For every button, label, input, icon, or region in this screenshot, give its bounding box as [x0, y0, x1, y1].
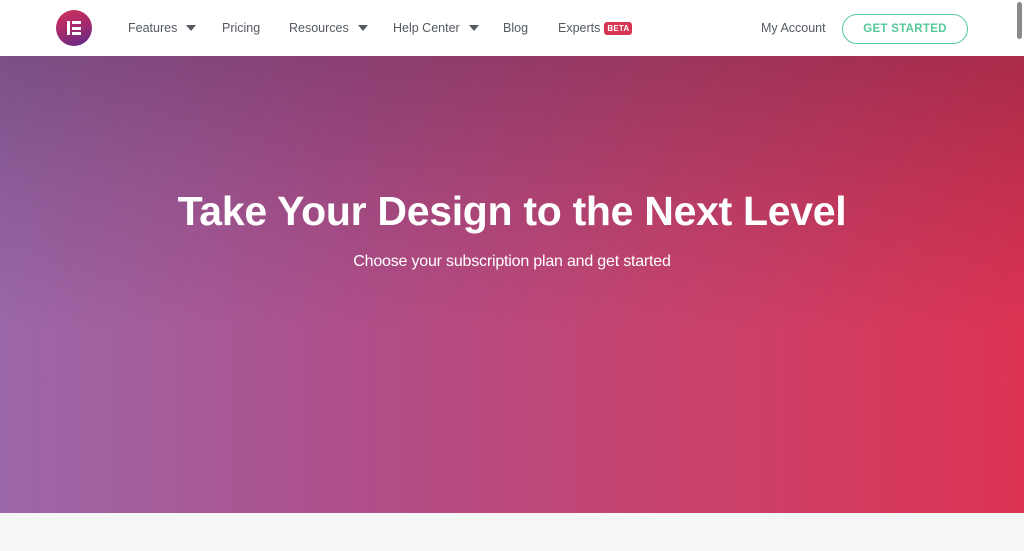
caret-down-icon	[468, 25, 479, 31]
beta-badge: BETA	[604, 21, 633, 35]
nav-item-resources[interactable]: Resources	[289, 0, 368, 56]
hero-title: Take Your Design to the Next Level	[177, 188, 847, 234]
get-started-button[interactable]: GET STARTED	[842, 14, 968, 44]
nav-item-help-center[interactable]: Help Center	[393, 0, 479, 56]
content-section	[0, 513, 1024, 551]
elementor-logo-icon	[67, 21, 81, 35]
my-account-link[interactable]: My Account	[761, 0, 826, 56]
nav-item-blog[interactable]: Blog	[503, 0, 528, 56]
nav-item-label: Resources	[289, 21, 349, 35]
nav-item-label: Help Center	[393, 21, 460, 35]
my-account-label: My Account	[761, 21, 826, 35]
hero-banner: Take Your Design to the Next Level Choos…	[0, 56, 1024, 513]
elementor-logo[interactable]	[56, 10, 92, 46]
nav-item-pricing[interactable]: Pricing	[222, 0, 260, 56]
nav-item-label: Blog	[503, 21, 529, 35]
nav-item-label: Pricing	[222, 21, 261, 35]
nav-item-label: Features	[128, 21, 178, 35]
scrollbar[interactable]	[1017, 2, 1022, 39]
top-navbar: Features Pricing Resources Help Center B…	[0, 0, 1024, 56]
caret-down-icon	[186, 25, 197, 31]
nav-item-features[interactable]: Features	[128, 0, 197, 56]
nav-item-experts[interactable]: Experts BETA	[558, 0, 633, 56]
caret-down-icon	[357, 25, 368, 31]
hero-subtitle: Choose your subscription plan and get st…	[353, 253, 671, 270]
nav-item-label: Experts	[558, 21, 601, 35]
